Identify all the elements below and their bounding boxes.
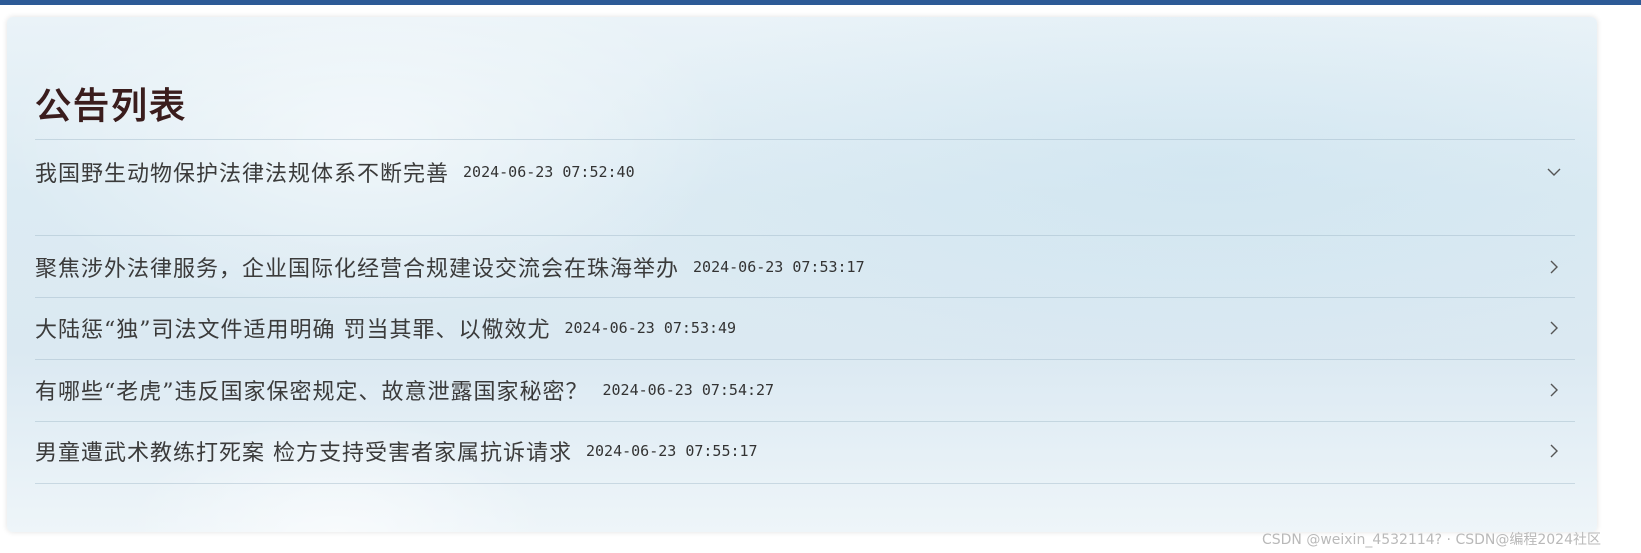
divider bbox=[35, 483, 1575, 484]
top-accent-bar bbox=[0, 0, 1641, 5]
announcement-item[interactable]: 我国野生动物保护法律法规体系不断完善 2024-06-23 07:52:40 bbox=[35, 157, 1575, 187]
announcement-item[interactable]: 男童遭武术教练打死案 检方支持受害者家属抗诉请求 2024-06-23 07:5… bbox=[35, 436, 1575, 466]
divider bbox=[35, 139, 1575, 140]
announcement-title: 有哪些“老虎”违反国家保密规定、故意泄露国家秘密？ bbox=[35, 380, 589, 405]
divider bbox=[35, 359, 1575, 360]
announcement-title: 我国野生动物保护法律法规体系不断完善 bbox=[35, 162, 450, 187]
announcement-title: 男童遭武术教练打死案 检方支持受害者家属抗诉请求 bbox=[35, 441, 572, 466]
announcement-item[interactable]: 有哪些“老虎”违反国家保密规定、故意泄露国家秘密？ 2024-06-23 07:… bbox=[35, 375, 1575, 405]
divider bbox=[35, 235, 1575, 236]
chevron-right-icon[interactable] bbox=[1545, 319, 1563, 337]
divider bbox=[35, 421, 1575, 422]
announcement-item[interactable]: 大陆惩“独”司法文件适用明确 罚当其罪、以儆效尤 2024-06-23 07:5… bbox=[35, 313, 1575, 343]
announcement-time: 2024-06-23 07:53:17 bbox=[693, 258, 865, 276]
announcement-time: 2024-06-23 07:53:49 bbox=[564, 319, 737, 337]
announcement-time: 2024-06-23 07:54:27 bbox=[602, 381, 775, 399]
announcement-panel: 公告列表 我国野生动物保护法律法规体系不断完善 2024-06-23 07:52… bbox=[7, 17, 1597, 532]
chevron-down-icon[interactable] bbox=[1545, 163, 1563, 181]
chevron-right-icon[interactable] bbox=[1545, 381, 1563, 399]
watermark-text: CSDN @weixin_4532114? · CSDN@编程2024社区 bbox=[1261, 532, 1601, 548]
announcement-title: 聚焦涉外法律服务，企业国际化经营合规建设交流会在珠海举办 bbox=[35, 257, 680, 282]
announcement-time: 2024-06-23 07:55:17 bbox=[586, 442, 758, 460]
page-title: 公告列表 bbox=[35, 85, 188, 127]
divider bbox=[35, 297, 1575, 298]
announcement-title: 大陆惩“独”司法文件适用明确 罚当其罪、以儆效尤 bbox=[35, 318, 551, 343]
chevron-right-icon[interactable] bbox=[1545, 442, 1563, 460]
announcement-time: 2024-06-23 07:52:40 bbox=[463, 163, 635, 181]
announcement-item[interactable]: 聚焦涉外法律服务，企业国际化经营合规建设交流会在珠海举办 2024-06-23 … bbox=[35, 252, 1575, 282]
chevron-right-icon[interactable] bbox=[1545, 258, 1563, 276]
